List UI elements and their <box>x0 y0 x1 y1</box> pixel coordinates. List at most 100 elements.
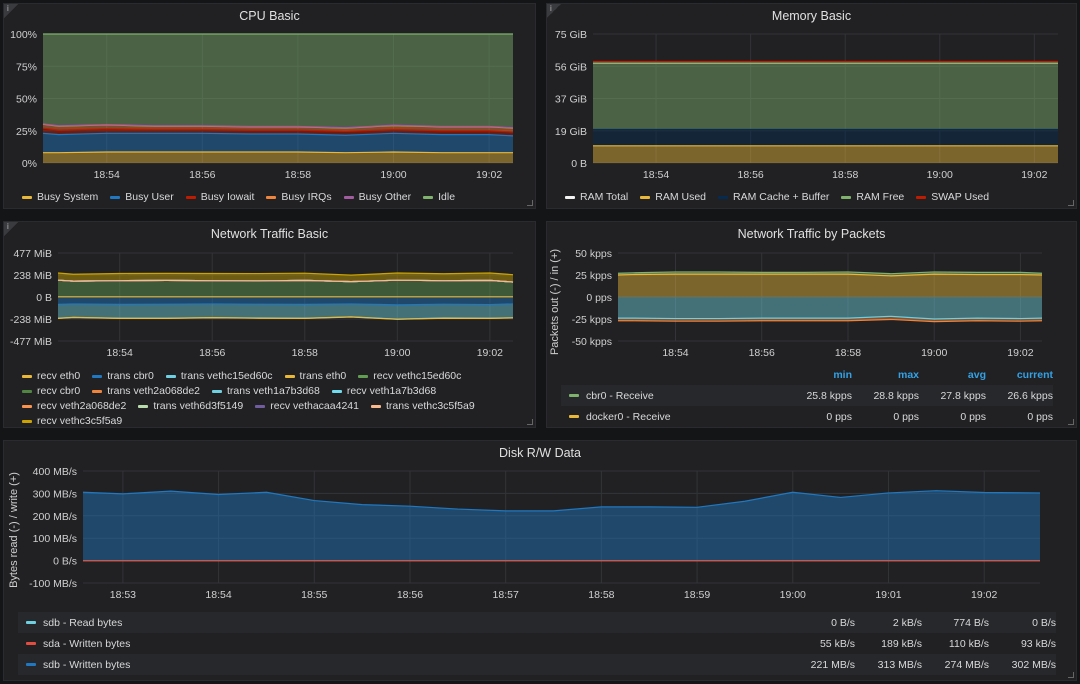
legend-item[interactable]: recv eth0 <box>22 370 80 382</box>
legend-item[interactable]: RAM Free <box>841 191 904 203</box>
legend-row[interactable]: sdb - Read bytes 0 B/s 2 kB/s 774 B/s 0 B/s <box>18 612 1056 633</box>
y-tick-label: 477 MiB <box>13 248 52 260</box>
legend-item[interactable]: trans vethc15ed60c <box>165 370 273 382</box>
legend-column-min[interactable]: min <box>785 369 852 381</box>
legend-swatch <box>255 404 266 408</box>
legend-row[interactable]: sda - Written bytes 55 kB/s 189 kB/s 110 kB… <box>18 633 1056 654</box>
legend-item[interactable]: Busy Other <box>343 191 412 203</box>
legend-item[interactable]: RAM Used <box>640 191 706 203</box>
legend-label: recv vethc15ed60c <box>373 370 462 382</box>
legend-item[interactable]: recv cbr0 <box>22 385 80 397</box>
legend-swatch <box>92 374 103 378</box>
legend-item[interactable]: SWAP Used <box>916 191 989 203</box>
legend-item[interactable]: recv vethacaa4241 <box>255 400 359 412</box>
chart-disk[interactable]: -100 MB/s 0 B/s 100 MB/s 200 MB/s 300 MB/s 40… <box>4 441 1078 606</box>
legend-item[interactable]: Idle <box>423 191 455 203</box>
legend-table-packets: min max avg current cbr0 - Receive 25.8 kpps 2… <box>561 364 1053 427</box>
y-tick-label: 19 GiB <box>555 126 587 138</box>
legend-item[interactable]: trans cbr0 <box>92 370 154 382</box>
x-tick-label: 18:54 <box>107 347 133 359</box>
x-tick-label: 18:54 <box>94 169 120 181</box>
legend-item[interactable]: RAM Total <box>565 191 628 203</box>
y-tick-label: 0% <box>22 158 37 170</box>
chart-network[interactable]: -477 MiB -238 MiB 0 B 238 MiB 477 MiB 18:54 18… <box>4 222 537 362</box>
legend-item[interactable]: trans veth1a7b3d68 <box>212 385 320 397</box>
legend-swatch <box>26 642 36 645</box>
x-tick-label: 19:02 <box>1021 169 1047 181</box>
legend-swatch <box>266 195 277 199</box>
x-tick-label: 18:54 <box>662 347 688 359</box>
y-tick-label: 400 MB/s <box>33 466 77 478</box>
x-tick-label: 18:55 <box>301 589 327 601</box>
legend-label: trans vethc15ed60c <box>180 370 273 382</box>
legend-label: Busy Other <box>358 191 412 203</box>
x-tick-label: 18:58 <box>292 347 318 359</box>
legend-label: trans veth1a7b3d68 <box>227 385 320 397</box>
legend-item[interactable]: Busy User <box>110 191 174 203</box>
legend-item[interactable]: RAM Cache + Buffer <box>718 191 829 203</box>
legend-label: sdb - Read bytes <box>43 616 123 629</box>
legend-value: 0 B/s <box>1032 616 1056 629</box>
legend-item[interactable]: Busy Iowait <box>185 191 254 203</box>
resize-handle[interactable] <box>1068 419 1074 425</box>
x-tick-label: 18:54 <box>643 169 669 181</box>
legend-label: recv cbr0 <box>37 385 81 397</box>
series-area <box>58 303 513 320</box>
legend-swatch <box>718 195 729 199</box>
y-tick-label: 0 B/s <box>53 556 77 568</box>
legend-value: 302 MB/s <box>1011 658 1056 671</box>
y-tick-label: 0 B <box>36 292 52 304</box>
y-tick-label: 56 GiB <box>555 61 587 73</box>
y-tick-label: 37 GiB <box>555 94 587 106</box>
x-tick-label: 19:00 <box>927 169 953 181</box>
legend-item[interactable]: recv vethc15ed60c <box>358 370 461 382</box>
legend-column-current[interactable]: current <box>986 369 1053 381</box>
legend-row[interactable]: sdb - Written bytes 221 MB/s 313 MB/s 274 M… <box>18 654 1056 675</box>
series-area <box>43 133 513 153</box>
legend-item[interactable]: trans eth0 <box>284 370 347 382</box>
legend-value: 26.6 kpps <box>1007 389 1053 402</box>
legend-item[interactable]: trans vethc3c5f5a9 <box>370 400 475 412</box>
x-tick-label: 18:58 <box>285 169 311 181</box>
series-area <box>83 490 1040 561</box>
x-tick-label: 19:01 <box>875 589 901 601</box>
legend-item[interactable]: trans veth6d3f5149 <box>138 400 243 412</box>
legend-item[interactable]: Busy System <box>22 191 98 203</box>
legend-item[interactable]: trans veth2a068de2 <box>92 385 200 397</box>
legend-label: Busy IRQs <box>281 191 332 203</box>
y-tick-label: 75% <box>16 61 37 73</box>
chart-packets[interactable]: -50 kpps -25 kpps 0 pps 25 kpps 50 kpps 18:54… <box>547 222 1078 362</box>
panel-cpu-basic: i CPU Basic 0% 25% 50% 75% 100% 18:54 18:56 18:… <box>3 3 536 209</box>
legend-label: Busy User <box>125 191 174 203</box>
legend-column-avg[interactable]: avg <box>919 369 986 381</box>
resize-handle[interactable] <box>527 419 533 425</box>
chart-cpu[interactable]: 0% 25% 50% 75% 100% 18:54 18:56 18:58 19:00 19:02 <box>4 4 537 184</box>
chart-memory[interactable]: 0 B 19 GiB 37 GiB 56 GiB 75 GiB 18:54 18:56 18:… <box>547 4 1078 184</box>
legend-row[interactable]: docker0 - Receive 0 pps 0 pps 0 pps 0 pps <box>561 406 1053 427</box>
legend-swatch <box>569 394 579 397</box>
x-tick-label: 19:00 <box>384 347 410 359</box>
legend-row[interactable]: cbr0 - Receive 25.8 kpps 28.8 kpps 27.8 kpp… <box>561 385 1053 406</box>
legend-column-max[interactable]: max <box>852 369 919 381</box>
resize-handle[interactable] <box>1068 200 1074 206</box>
legend-swatch <box>22 404 32 408</box>
legend-item[interactable]: recv veth1a7b3d68 <box>331 385 436 397</box>
legend-label: cbr0 - Receive <box>586 389 654 402</box>
legend-label: sdb - Written bytes <box>43 658 131 671</box>
series-area <box>43 152 513 163</box>
resize-handle[interactable] <box>1068 672 1074 678</box>
legend-swatch <box>331 389 342 393</box>
legend-item[interactable]: Busy IRQs <box>266 191 332 203</box>
x-tick-label: 19:00 <box>921 347 947 359</box>
legend-item[interactable]: recv vethc3c5f5a9 <box>22 415 122 427</box>
legend-swatch <box>343 195 354 199</box>
legend-cpu: Busy System Busy User Busy Iowait Busy IRQs… <box>22 191 525 203</box>
legend-label: trans eth0 <box>299 370 347 382</box>
x-tick-label: 18:56 <box>189 169 215 181</box>
legend-label: Idle <box>438 191 456 203</box>
legend-swatch <box>569 415 579 418</box>
legend-swatch <box>212 389 223 393</box>
legend-item[interactable]: recv veth2a068de2 <box>22 400 126 412</box>
resize-handle[interactable] <box>527 200 533 206</box>
x-tick-label: 18:56 <box>199 347 225 359</box>
